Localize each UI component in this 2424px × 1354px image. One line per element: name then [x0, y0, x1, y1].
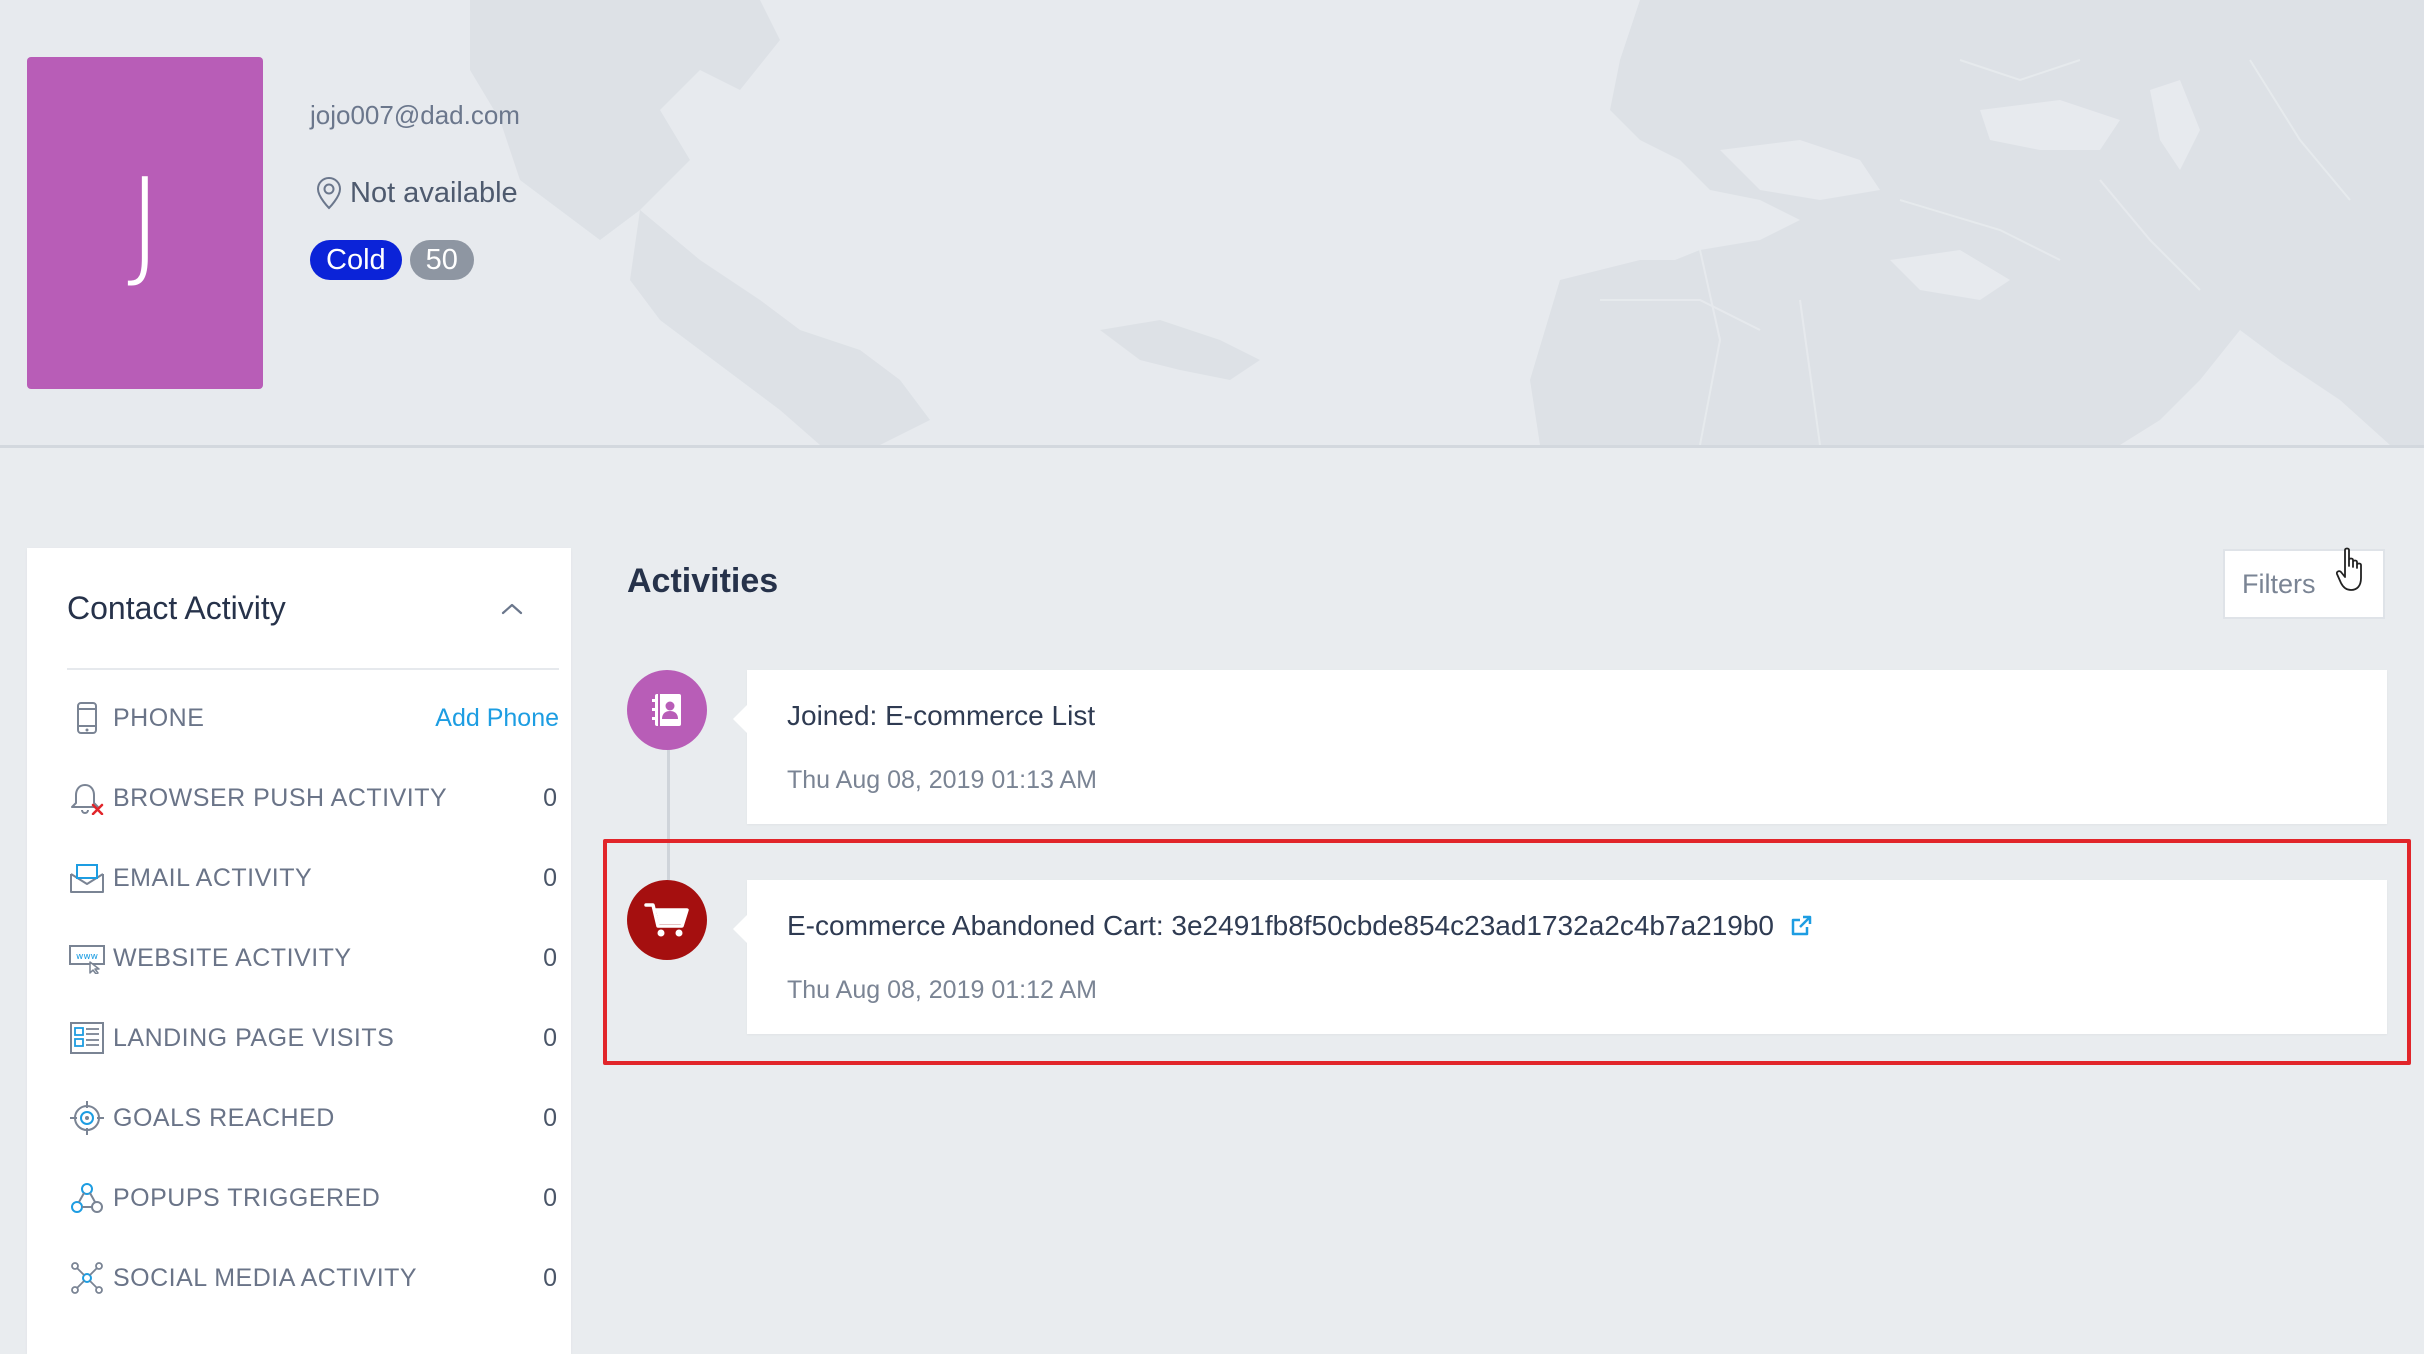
- contact-email: jojo007@dad.com: [310, 100, 520, 130]
- activity-card-joined[interactable]: Joined: E-commerce List Thu Aug 08, 2019…: [733, 670, 2387, 824]
- activity-label: BROWSER PUSH ACTIVITY: [113, 783, 448, 812]
- activity-row-popups[interactable]: POPUPS TRIGGERED 0: [67, 1158, 559, 1238]
- activity-count: 0: [543, 1103, 557, 1132]
- activity-label: POPUPS TRIGGERED: [113, 1183, 381, 1212]
- activity-count: 0: [543, 863, 557, 892]
- status-badge: Cold: [310, 240, 402, 280]
- activity-row-landing-page[interactable]: LANDING PAGE VISITS 0: [67, 998, 559, 1078]
- panel-title: Contact Activity: [67, 590, 286, 626]
- contact-location: Not available: [316, 176, 518, 210]
- activity-label: EMAIL ACTIVITY: [113, 863, 313, 892]
- activity-label: LANDING PAGE VISITS: [113, 1023, 395, 1052]
- activity-count: 0: [543, 1263, 557, 1292]
- activity-label: GOALS REACHED: [113, 1103, 335, 1132]
- activity-row-phone: PHONE Add Phone: [67, 678, 559, 758]
- add-phone-link[interactable]: Add Phone: [435, 704, 559, 733]
- activity-row-email[interactable]: EMAIL ACTIVITY 0: [67, 838, 559, 918]
- timeline-marker-joined: [627, 670, 707, 750]
- profile-header: J jojo007@dad.com Not available Cold 50: [0, 0, 2424, 448]
- avatar: J: [27, 57, 263, 389]
- social-network-icon: [67, 1258, 107, 1298]
- target-icon: [67, 1098, 107, 1138]
- activity-title-text: Joined: E-commerce List: [787, 700, 1096, 731]
- panel-header[interactable]: Contact Activity: [67, 590, 527, 627]
- hand-cursor-icon: [2336, 547, 2362, 591]
- activity-count: 0: [543, 1023, 557, 1052]
- highlight-annotation-box: [603, 839, 2411, 1065]
- location-pin-icon: [316, 176, 342, 210]
- activity-time: Thu Aug 08, 2019 01:13 AM: [787, 766, 1097, 794]
- activity-row-social[interactable]: SOCIAL MEDIA ACTIVITY 0: [67, 1238, 559, 1318]
- activity-row-browser-push[interactable]: BROWSER PUSH ACTIVITY 0: [67, 758, 559, 838]
- activity-title: Joined: E-commerce List: [787, 700, 1095, 732]
- chevron-up-icon[interactable]: [497, 599, 527, 619]
- activity-label: SOCIAL MEDIA ACTIVITY: [113, 1263, 418, 1292]
- panel-divider: [67, 668, 559, 670]
- landing-page-icon: [67, 1018, 107, 1058]
- activity-count: 0: [543, 943, 557, 972]
- location-text: Not available: [350, 176, 518, 209]
- activity-count: 0: [543, 783, 557, 812]
- email-open-icon: [67, 858, 107, 898]
- contact-activity-panel: Contact Activity PHONE Add Phone BROWSER…: [27, 548, 571, 1354]
- contact-book-icon: [652, 694, 681, 726]
- activity-count: 0: [543, 1183, 557, 1212]
- activity-label: PHONE: [113, 703, 205, 732]
- world-map-background: [470, 0, 2424, 445]
- score-badge: 50: [409, 240, 474, 280]
- activity-label: WEBSITE ACTIVITY: [113, 943, 352, 972]
- activity-list: PHONE Add Phone BROWSER PUSH ACTIVITY 0: [67, 678, 559, 1318]
- bell-off-icon: [67, 778, 107, 818]
- svg-text:www: www: [76, 952, 98, 962]
- popup-icon: [67, 1178, 107, 1218]
- activity-row-goals[interactable]: GOALS REACHED 0: [67, 1078, 559, 1158]
- badge-group: Cold 50: [310, 240, 474, 280]
- website-icon: www: [67, 938, 107, 978]
- activity-row-website[interactable]: www WEBSITE ACTIVITY 0: [67, 918, 559, 998]
- filters-label: Filters: [2242, 568, 2316, 599]
- phone-icon: [67, 698, 107, 738]
- activities-title: Activities: [627, 562, 779, 600]
